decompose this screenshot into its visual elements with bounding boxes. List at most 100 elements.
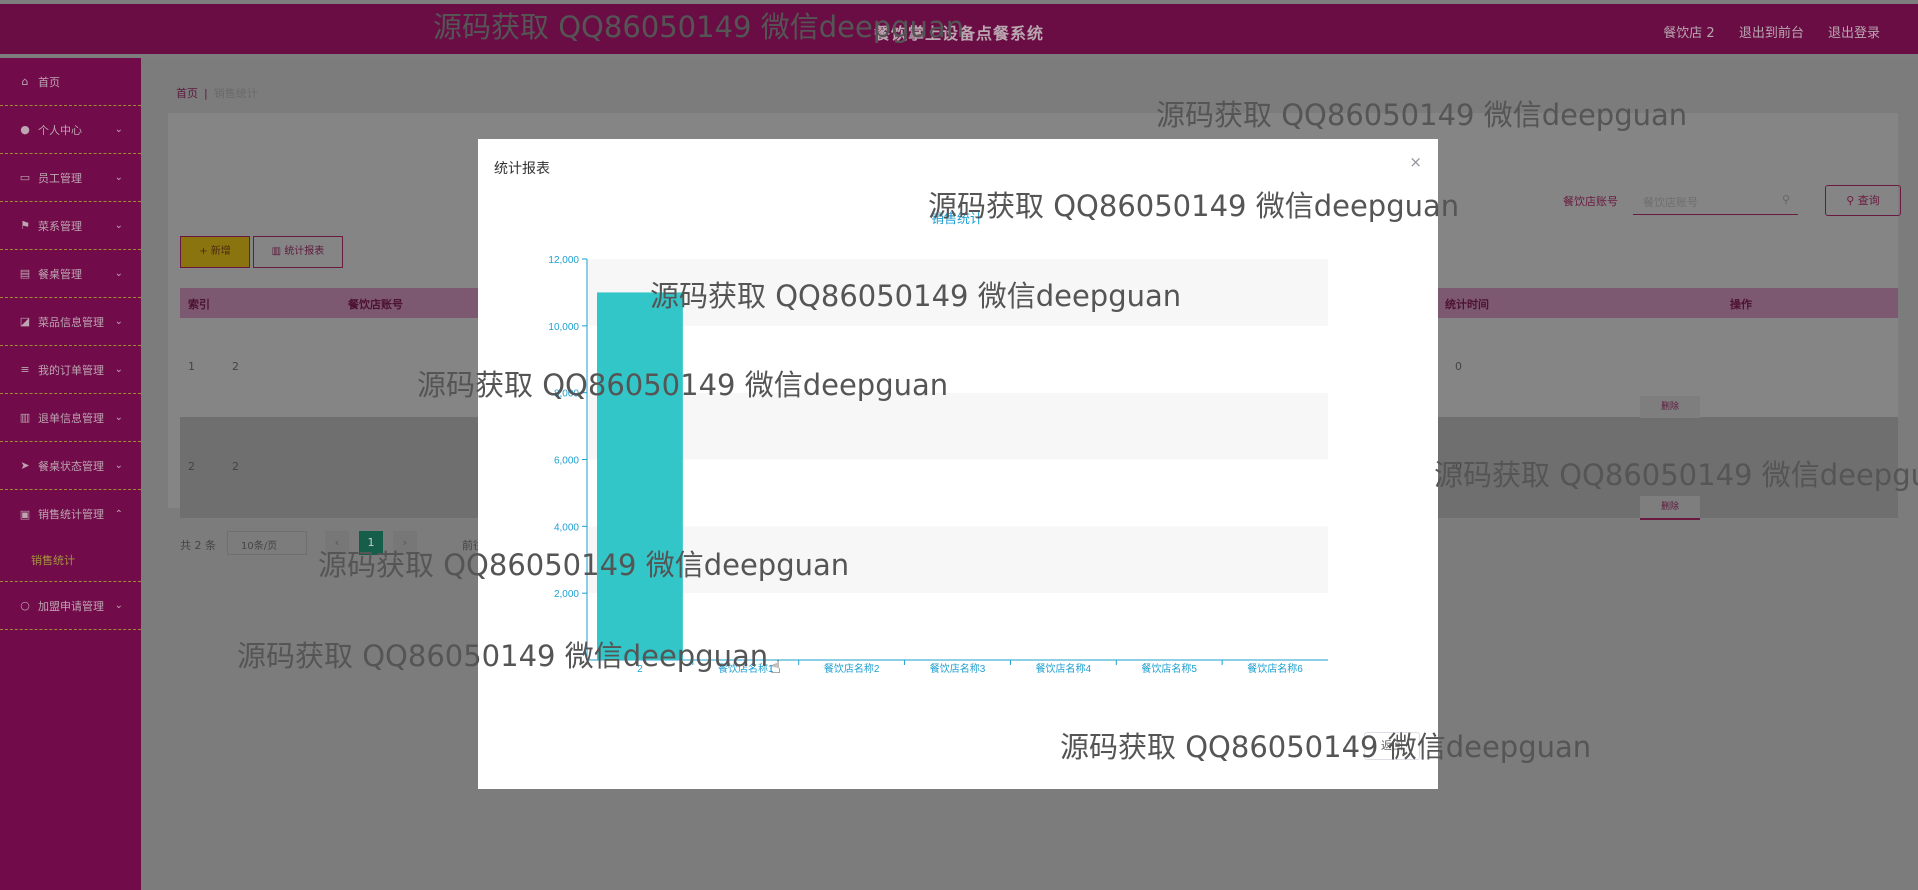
chevron-down-icon: ⌄: [114, 220, 123, 231]
search-placeholder: 餐饮店账号: [1643, 196, 1698, 209]
hand-cursor-icon: ☝: [770, 657, 781, 678]
search-input[interactable]: 餐饮店账号 ⚲: [1633, 185, 1798, 215]
return-button[interactable]: 返回: [1364, 732, 1420, 760]
cell-index: 1: [188, 360, 195, 373]
add-button-label: 新增: [210, 246, 231, 257]
report-button-label: 统计报表: [284, 246, 325, 257]
cell-account: 2: [232, 360, 239, 373]
bar: [597, 292, 683, 660]
x-tick-label: 餐饮店名称2: [824, 662, 880, 675]
sidebar-item-label: 员工管理: [38, 171, 82, 185]
flag-icon: ⚑: [20, 219, 30, 232]
col-time: 统计时间: [1445, 298, 1489, 311]
close-icon[interactable]: ×: [1409, 153, 1422, 171]
report-button[interactable]: ▥ 统计报表: [253, 236, 343, 268]
home-icon: ⌂: [21, 75, 29, 88]
sidebar-item-home[interactable]: ⌂ 首页: [0, 58, 141, 106]
breadcrumb: 首页 | 销售统计: [168, 68, 1898, 114]
top-header: 餐饮掌上设备点餐系统 餐饮店 2 退出到前台 退出登录: [0, 4, 1918, 54]
circle-icon: ○: [20, 599, 30, 612]
chevron-down-icon: ⌄: [114, 412, 123, 423]
y-tick-label: 8,000: [554, 389, 579, 400]
add-button[interactable]: + 新增: [180, 236, 250, 268]
sidebar-item-label: 菜系管理: [38, 219, 82, 233]
sidebar-item-orders[interactable]: ≡ 我的订单管理 ⌄: [0, 346, 141, 394]
x-tick-label: 餐饮店名称4: [1036, 662, 1092, 675]
prev-page-button[interactable]: ‹: [325, 531, 349, 555]
chevron-down-icon: ⌄: [114, 268, 123, 279]
send-icon: ➤: [20, 459, 30, 472]
sidebar-item-sales-stats[interactable]: ▣ 销售统计管理 ⌃: [0, 490, 141, 538]
sidebar-item-label: 加盟申请管理: [38, 599, 104, 613]
sidebar-item-franchise[interactable]: ○ 加盟申请管理 ⌄: [0, 582, 141, 630]
sidebar-item-label: 餐桌管理: [38, 267, 82, 281]
sidebar-item-label: 销售统计管理: [38, 508, 104, 521]
x-tick-label: 餐饮店名称6: [1247, 662, 1303, 675]
back-to-front-link[interactable]: 退出到前台: [1739, 26, 1804, 41]
y-tick-label: 12,000: [548, 255, 579, 266]
y-tick-label: 2,000: [554, 589, 579, 600]
plus-icon: +: [199, 246, 211, 257]
sidebar-item-label: 菜品信息管理: [38, 315, 104, 329]
chevron-down-icon: ⌄: [114, 600, 123, 611]
delete-button[interactable]: 删除: [1640, 496, 1700, 520]
chevron-down-icon: ⌄: [114, 316, 123, 327]
cell-time: 0: [1455, 460, 1462, 473]
chart-icon: ▥: [19, 411, 31, 424]
grid-band: [587, 459, 1328, 527]
chart-title: 销售统计: [931, 211, 983, 226]
next-page-button[interactable]: ›: [393, 531, 417, 555]
cell-index: 2: [188, 460, 195, 473]
x-tick-label: 餐饮店名称5: [1141, 662, 1197, 675]
search-label: 餐饮店账号: [1563, 195, 1618, 208]
sidebar-item-profile[interactable]: ● 个人中心 ⌄: [0, 106, 141, 154]
page-size-select[interactable]: 10条/页: [227, 531, 307, 555]
breadcrumb-current: 销售统计: [213, 87, 258, 100]
y-tick-label: 10,000: [548, 322, 579, 333]
report-dialog: 统计报表 × 销售统计 2,000 4,000 6,000 8,000 10,000 12,…: [478, 139, 1438, 789]
grid-band: [587, 593, 1328, 660]
user-icon: ●: [20, 123, 30, 136]
sidebar-item-tables[interactable]: ▤ 餐桌管理 ⌄: [0, 250, 141, 298]
search-icon: ⚲: [1781, 193, 1790, 206]
sidebar-item-staff[interactable]: ▭ 员工管理 ⌄: [0, 154, 141, 202]
x-tick-label: 2: [637, 664, 643, 675]
chevron-down-icon: ⌄: [114, 460, 123, 471]
query-button[interactable]: ⚲ 查询: [1825, 185, 1901, 216]
app-title: 餐饮掌上设备点餐系统: [873, 24, 1044, 43]
header-links: 餐饮店 2 退出到前台 退出登录: [1643, 22, 1880, 41]
sidebar-item-label: 我的订单管理: [38, 363, 104, 377]
x-tick-label: 餐饮店名称1: [718, 662, 774, 675]
breadcrumb-separator: |: [204, 87, 208, 100]
chevron-up-icon: ⌃: [114, 508, 123, 520]
cell-time: 0: [1455, 360, 1462, 373]
chevron-down-icon: ⌄: [114, 124, 123, 135]
query-button-label: 查询: [1857, 194, 1880, 207]
sidebar-item-label: 退单信息管理: [38, 411, 104, 425]
breadcrumb-home[interactable]: 首页: [176, 87, 198, 100]
table-icon: ▤: [19, 267, 31, 280]
dialog-title: 统计报表: [494, 161, 550, 177]
stats-icon: ▣: [19, 507, 31, 521]
sales-bar-chart: 销售统计 2,000 4,000 6,000 8,000 10,000 12,000 2 餐饮店…: [548, 211, 1328, 675]
search-icon: ⚲: [1846, 194, 1858, 207]
sidebar-item-table-status[interactable]: ➤ 餐桌状态管理 ⌄: [0, 442, 141, 490]
y-tick-label: 6,000: [554, 456, 579, 467]
sidebar-item-label: 个人中心: [38, 123, 82, 137]
logout-link[interactable]: 退出登录: [1828, 26, 1880, 41]
chevron-down-icon: ⌄: [114, 172, 123, 183]
page-1-button[interactable]: 1: [359, 531, 383, 555]
current-user-link[interactable]: 餐饮店 2: [1663, 26, 1714, 41]
card-icon: ▭: [19, 171, 31, 184]
sidebar-subitem-sales[interactable]: 销售统计: [0, 538, 141, 582]
sidebar-item-dishes[interactable]: ◪ 菜品信息管理 ⌄: [0, 298, 141, 346]
col-index: 索引: [188, 298, 210, 311]
delete-button[interactable]: 删除: [1640, 396, 1700, 420]
bar-chart-icon: ▥: [271, 246, 285, 257]
y-tick-label: 4,000: [554, 522, 579, 533]
sidebar-item-cuisine[interactable]: ⚑ 菜系管理 ⌄: [0, 202, 141, 250]
cell-account: 2: [232, 460, 239, 473]
dish-icon: ◪: [19, 315, 31, 328]
sidebar-item-refunds[interactable]: ▥ 退单信息管理 ⌄: [0, 394, 141, 442]
x-tick-label: 餐饮店名称3: [930, 662, 986, 675]
